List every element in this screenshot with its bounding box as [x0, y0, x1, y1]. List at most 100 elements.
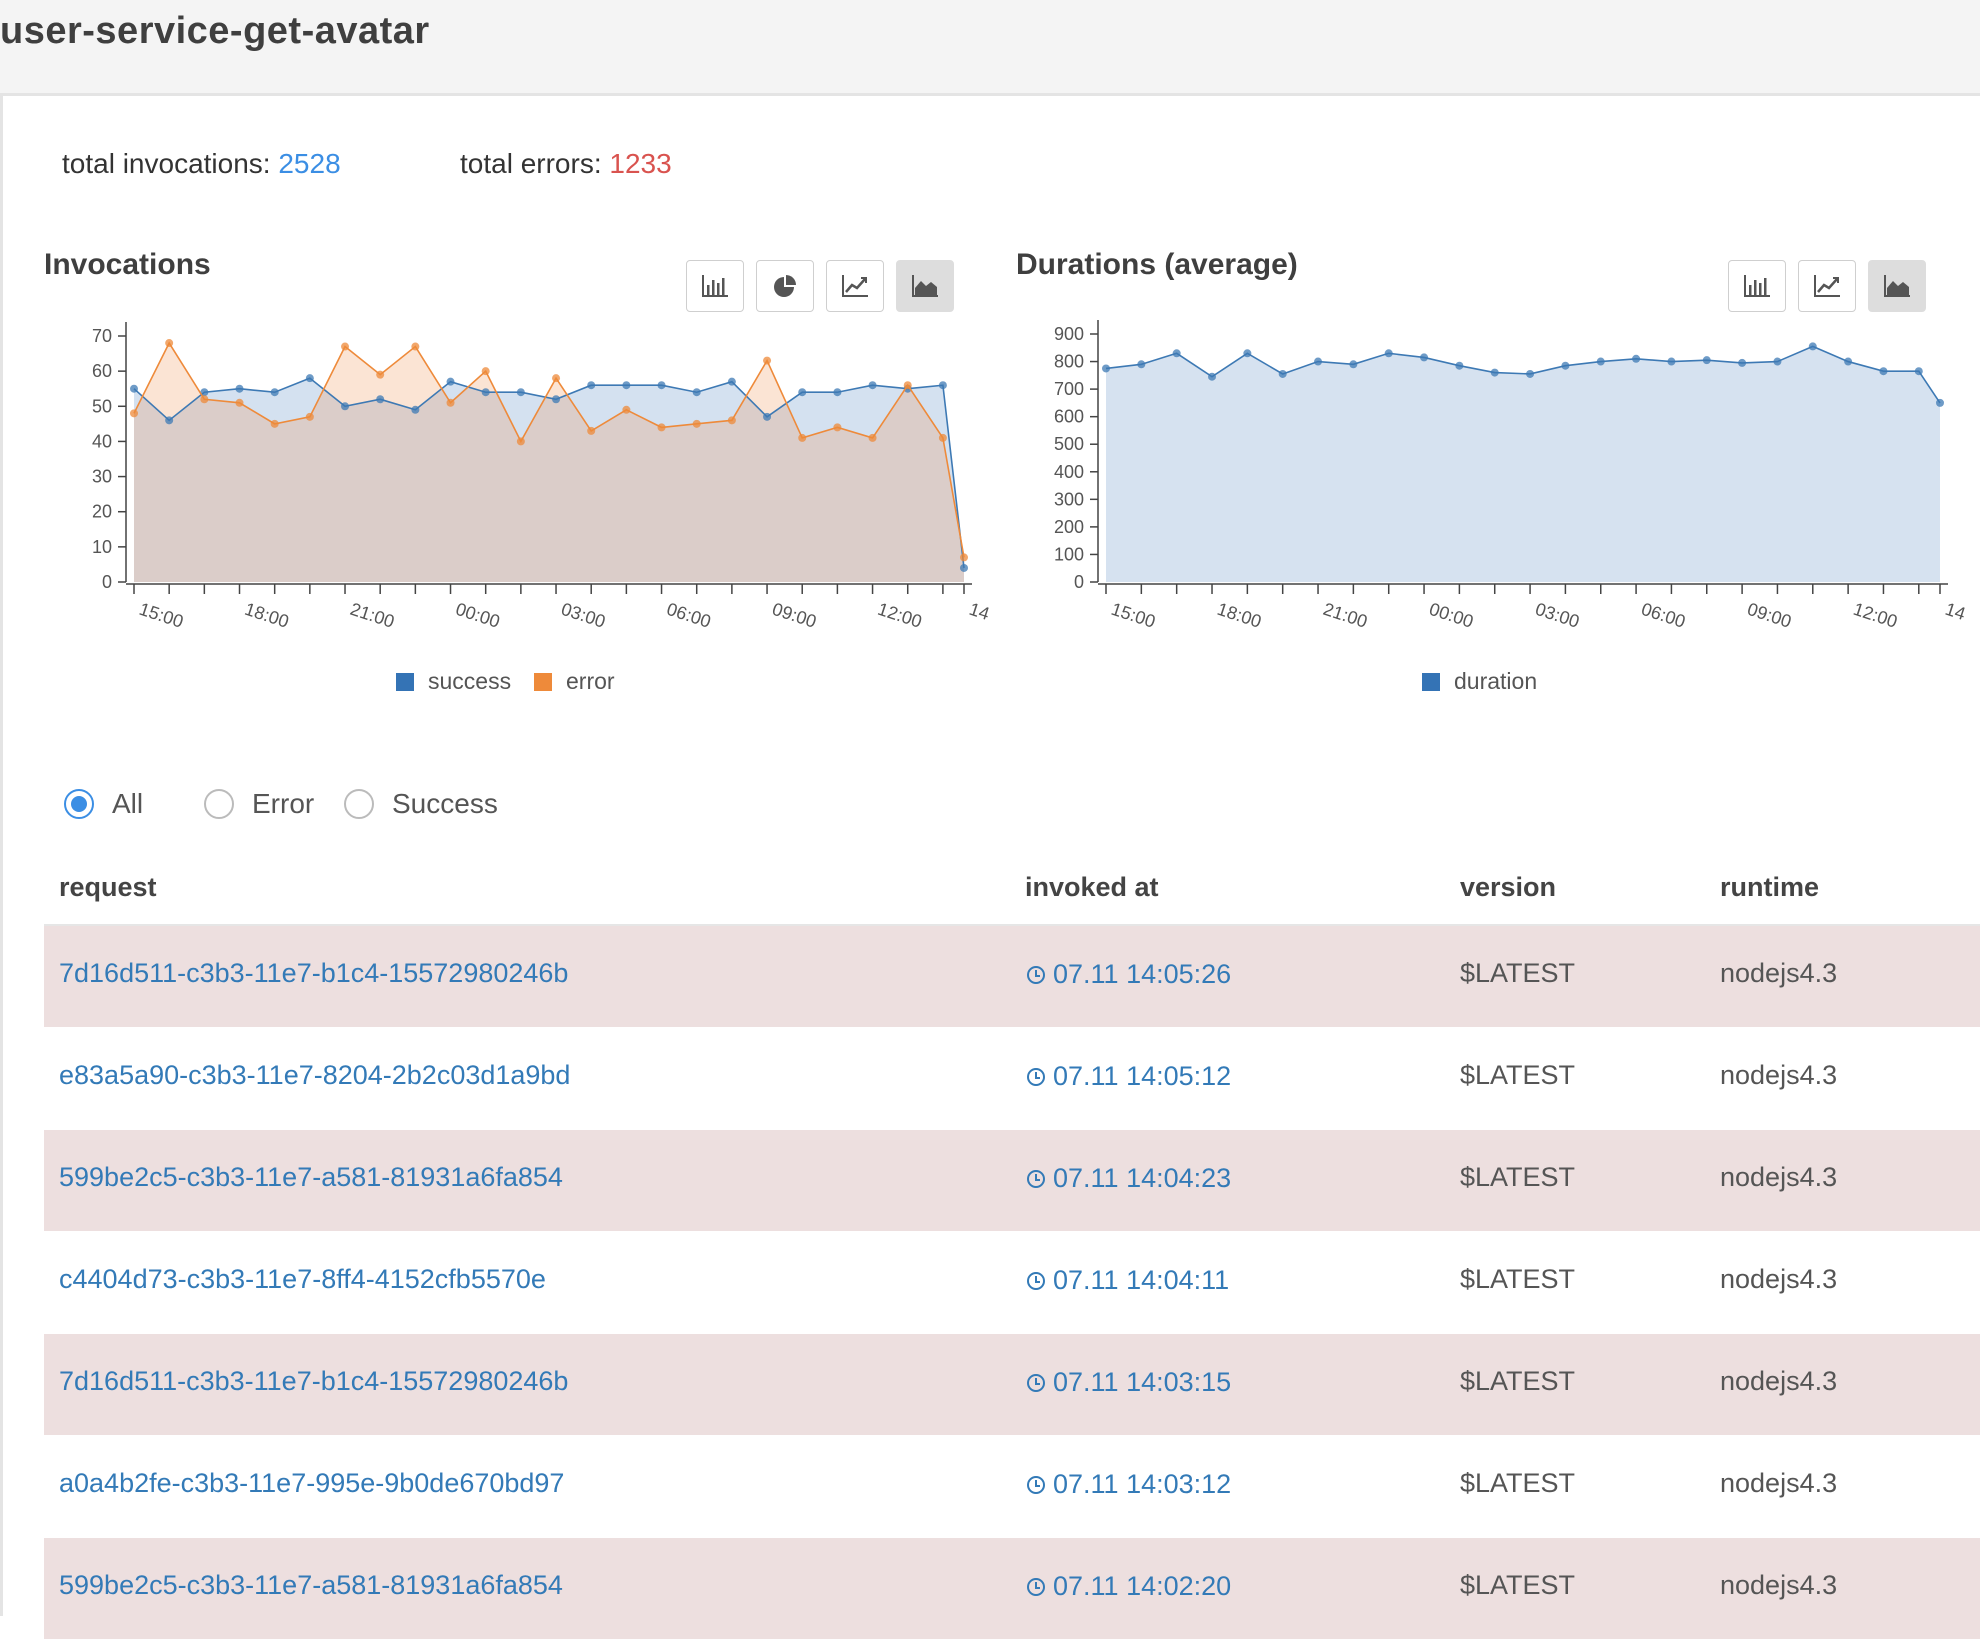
version-cell: $LATEST: [1460, 1366, 1576, 1396]
duration-bar-chart-button[interactable]: [1728, 260, 1786, 312]
x-tick-label: 03:00: [559, 599, 608, 632]
duration-point: [1278, 369, 1287, 378]
request-id-link[interactable]: e83a5a90-c3b3-11e7-8204-2b2c03d1a9bd: [59, 1060, 570, 1091]
invoked-at-cell: 07.11 14:03:15: [1027, 1367, 1231, 1398]
y-tick-label: 0: [102, 572, 112, 592]
line-chart-button[interactable]: [826, 260, 884, 312]
version-cell: $LATEST: [1460, 1264, 1576, 1294]
error-point: [305, 412, 314, 421]
error-point: [798, 433, 807, 442]
area-chart-icon: [1884, 275, 1910, 297]
column-header-invoked-at[interactable]: invoked at: [1025, 872, 1159, 903]
invoked-at-cell: 07.11 14:03:12: [1027, 1469, 1231, 1500]
success-point: [727, 377, 736, 386]
request-id-link[interactable]: 599be2c5-c3b3-11e7-a581-81931a6fa854: [59, 1162, 563, 1193]
line-chart-icon: [1814, 275, 1840, 297]
duration-point: [1702, 356, 1711, 365]
table-row[interactable]: 7d16d511-c3b3-11e7-b1c4-15572980246b 07.…: [44, 926, 1980, 1028]
invoked-at-cell: 07.11 14:02:20: [1027, 1571, 1231, 1602]
error-point: [341, 342, 350, 351]
table-header: request invoked at version runtime: [44, 860, 1980, 926]
duration-point: [1384, 349, 1393, 358]
duration-point: [1314, 357, 1323, 366]
x-tick-label: 21:00: [1321, 599, 1370, 632]
duration-point: [1102, 364, 1110, 373]
success-point: [516, 388, 525, 397]
version-cell: $LATEST: [1460, 1060, 1576, 1090]
error-point: [833, 423, 842, 432]
table-row[interactable]: e83a5a90-c3b3-11e7-8204-2b2c03d1a9bd 07.…: [44, 1028, 1980, 1130]
invoked-at-cell: 07.11 14:04:11: [1027, 1265, 1229, 1296]
duration-point: [1349, 360, 1358, 369]
legend-success-swatch: [396, 672, 414, 691]
y-tick-label: 400: [1054, 462, 1084, 482]
legend-success[interactable]: success: [396, 668, 511, 695]
table-row[interactable]: a0a4b2fe-c3b3-11e7-995e-9b0de670bd97 07.…: [44, 1436, 1980, 1538]
filter-error-radio[interactable]: Error: [204, 788, 314, 820]
radio-success-indicator[interactable]: [344, 789, 374, 819]
radio-all-indicator[interactable]: [64, 789, 94, 819]
invoked-at-value: 07.11 14:03:12: [1053, 1469, 1232, 1499]
request-id-link[interactable]: 7d16d511-c3b3-11e7-b1c4-15572980246b: [59, 958, 568, 989]
filter-all-radio[interactable]: All: [64, 788, 143, 820]
y-tick-label: 70: [92, 326, 112, 346]
version-cell: $LATEST: [1460, 1162, 1576, 1192]
column-header-runtime[interactable]: runtime: [1720, 872, 1819, 903]
error-point: [763, 356, 772, 365]
success-point: [763, 412, 772, 421]
total-errors-label: total errors:: [460, 148, 602, 179]
runtime-cell: nodejs4.3: [1720, 1570, 1838, 1600]
y-tick-label: 700: [1054, 379, 1084, 399]
area-chart-button[interactable]: [896, 260, 954, 312]
success-point: [235, 384, 244, 393]
invoked-at-value: 07.11 14:02:20: [1053, 1571, 1232, 1601]
pie-chart-button[interactable]: [756, 260, 814, 312]
x-tick-label: 06:00: [1639, 599, 1688, 632]
table-row[interactable]: 599be2c5-c3b3-11e7-a581-81931a6fa854 07.…: [44, 1538, 1980, 1640]
clock-icon: [1027, 1169, 1045, 1188]
x-tick-label: 06:00: [664, 599, 713, 632]
filter-success-radio[interactable]: Success: [344, 788, 498, 820]
legend-error[interactable]: error: [534, 668, 615, 695]
success-point: [657, 381, 666, 390]
bar-chart-button[interactable]: [686, 260, 744, 312]
y-tick-label: 10: [92, 537, 112, 557]
area-chart-icon: [912, 275, 938, 297]
error-point: [235, 398, 244, 407]
legend-duration[interactable]: duration: [1422, 668, 1537, 695]
table-row[interactable]: c4404d73-c3b3-11e7-8ff4-4152cfb5570e 07.…: [44, 1232, 1980, 1334]
duration-area: [1106, 346, 1940, 582]
duration-area-chart-button[interactable]: [1868, 260, 1926, 312]
table-row[interactable]: 599be2c5-c3b3-11e7-a581-81931a6fa854 07.…: [44, 1130, 1980, 1232]
invoked-at-cell: 07.11 14:04:23: [1027, 1163, 1231, 1194]
error-point: [130, 409, 138, 418]
column-header-request[interactable]: request: [59, 872, 157, 903]
error-point: [411, 342, 420, 351]
success-point: [798, 388, 807, 397]
x-tick-label: 12:00: [875, 599, 924, 632]
duration-point: [1808, 342, 1817, 351]
request-id-link[interactable]: 599be2c5-c3b3-11e7-a581-81931a6fa854: [59, 1570, 563, 1601]
y-tick-label: 900: [1054, 324, 1084, 344]
request-id-link[interactable]: 7d16d511-c3b3-11e7-b1c4-15572980246b: [59, 1366, 568, 1397]
total-invocations: total invocations: 2528: [62, 148, 341, 180]
clock-icon: [1027, 1577, 1045, 1596]
table-row[interactable]: 7d16d511-c3b3-11e7-b1c4-15572980246b 07.…: [44, 1334, 1980, 1436]
total-invocations-label: total invocations:: [62, 148, 271, 179]
clock-icon: [1027, 1067, 1045, 1086]
y-tick-label: 40: [92, 431, 112, 451]
success-point: [305, 374, 314, 383]
duration-point: [1490, 368, 1499, 377]
total-errors: total errors: 1233: [460, 148, 672, 180]
total-invocations-value: 2528: [278, 148, 341, 179]
request-id-link[interactable]: c4404d73-c3b3-11e7-8ff4-4152cfb5570e: [59, 1264, 546, 1295]
legend-error-swatch: [534, 672, 552, 691]
runtime-cell: nodejs4.3: [1720, 1366, 1838, 1396]
request-id-link[interactable]: a0a4b2fe-c3b3-11e7-995e-9b0de670bd97: [59, 1468, 564, 1499]
radio-error-indicator[interactable]: [204, 789, 234, 819]
column-header-version[interactable]: version: [1460, 872, 1556, 903]
success-point: [692, 388, 701, 397]
duration-line-chart-button[interactable]: [1798, 260, 1856, 312]
success-point: [446, 377, 455, 386]
invoked-at-value: 07.11 14:05:12: [1053, 1061, 1232, 1091]
